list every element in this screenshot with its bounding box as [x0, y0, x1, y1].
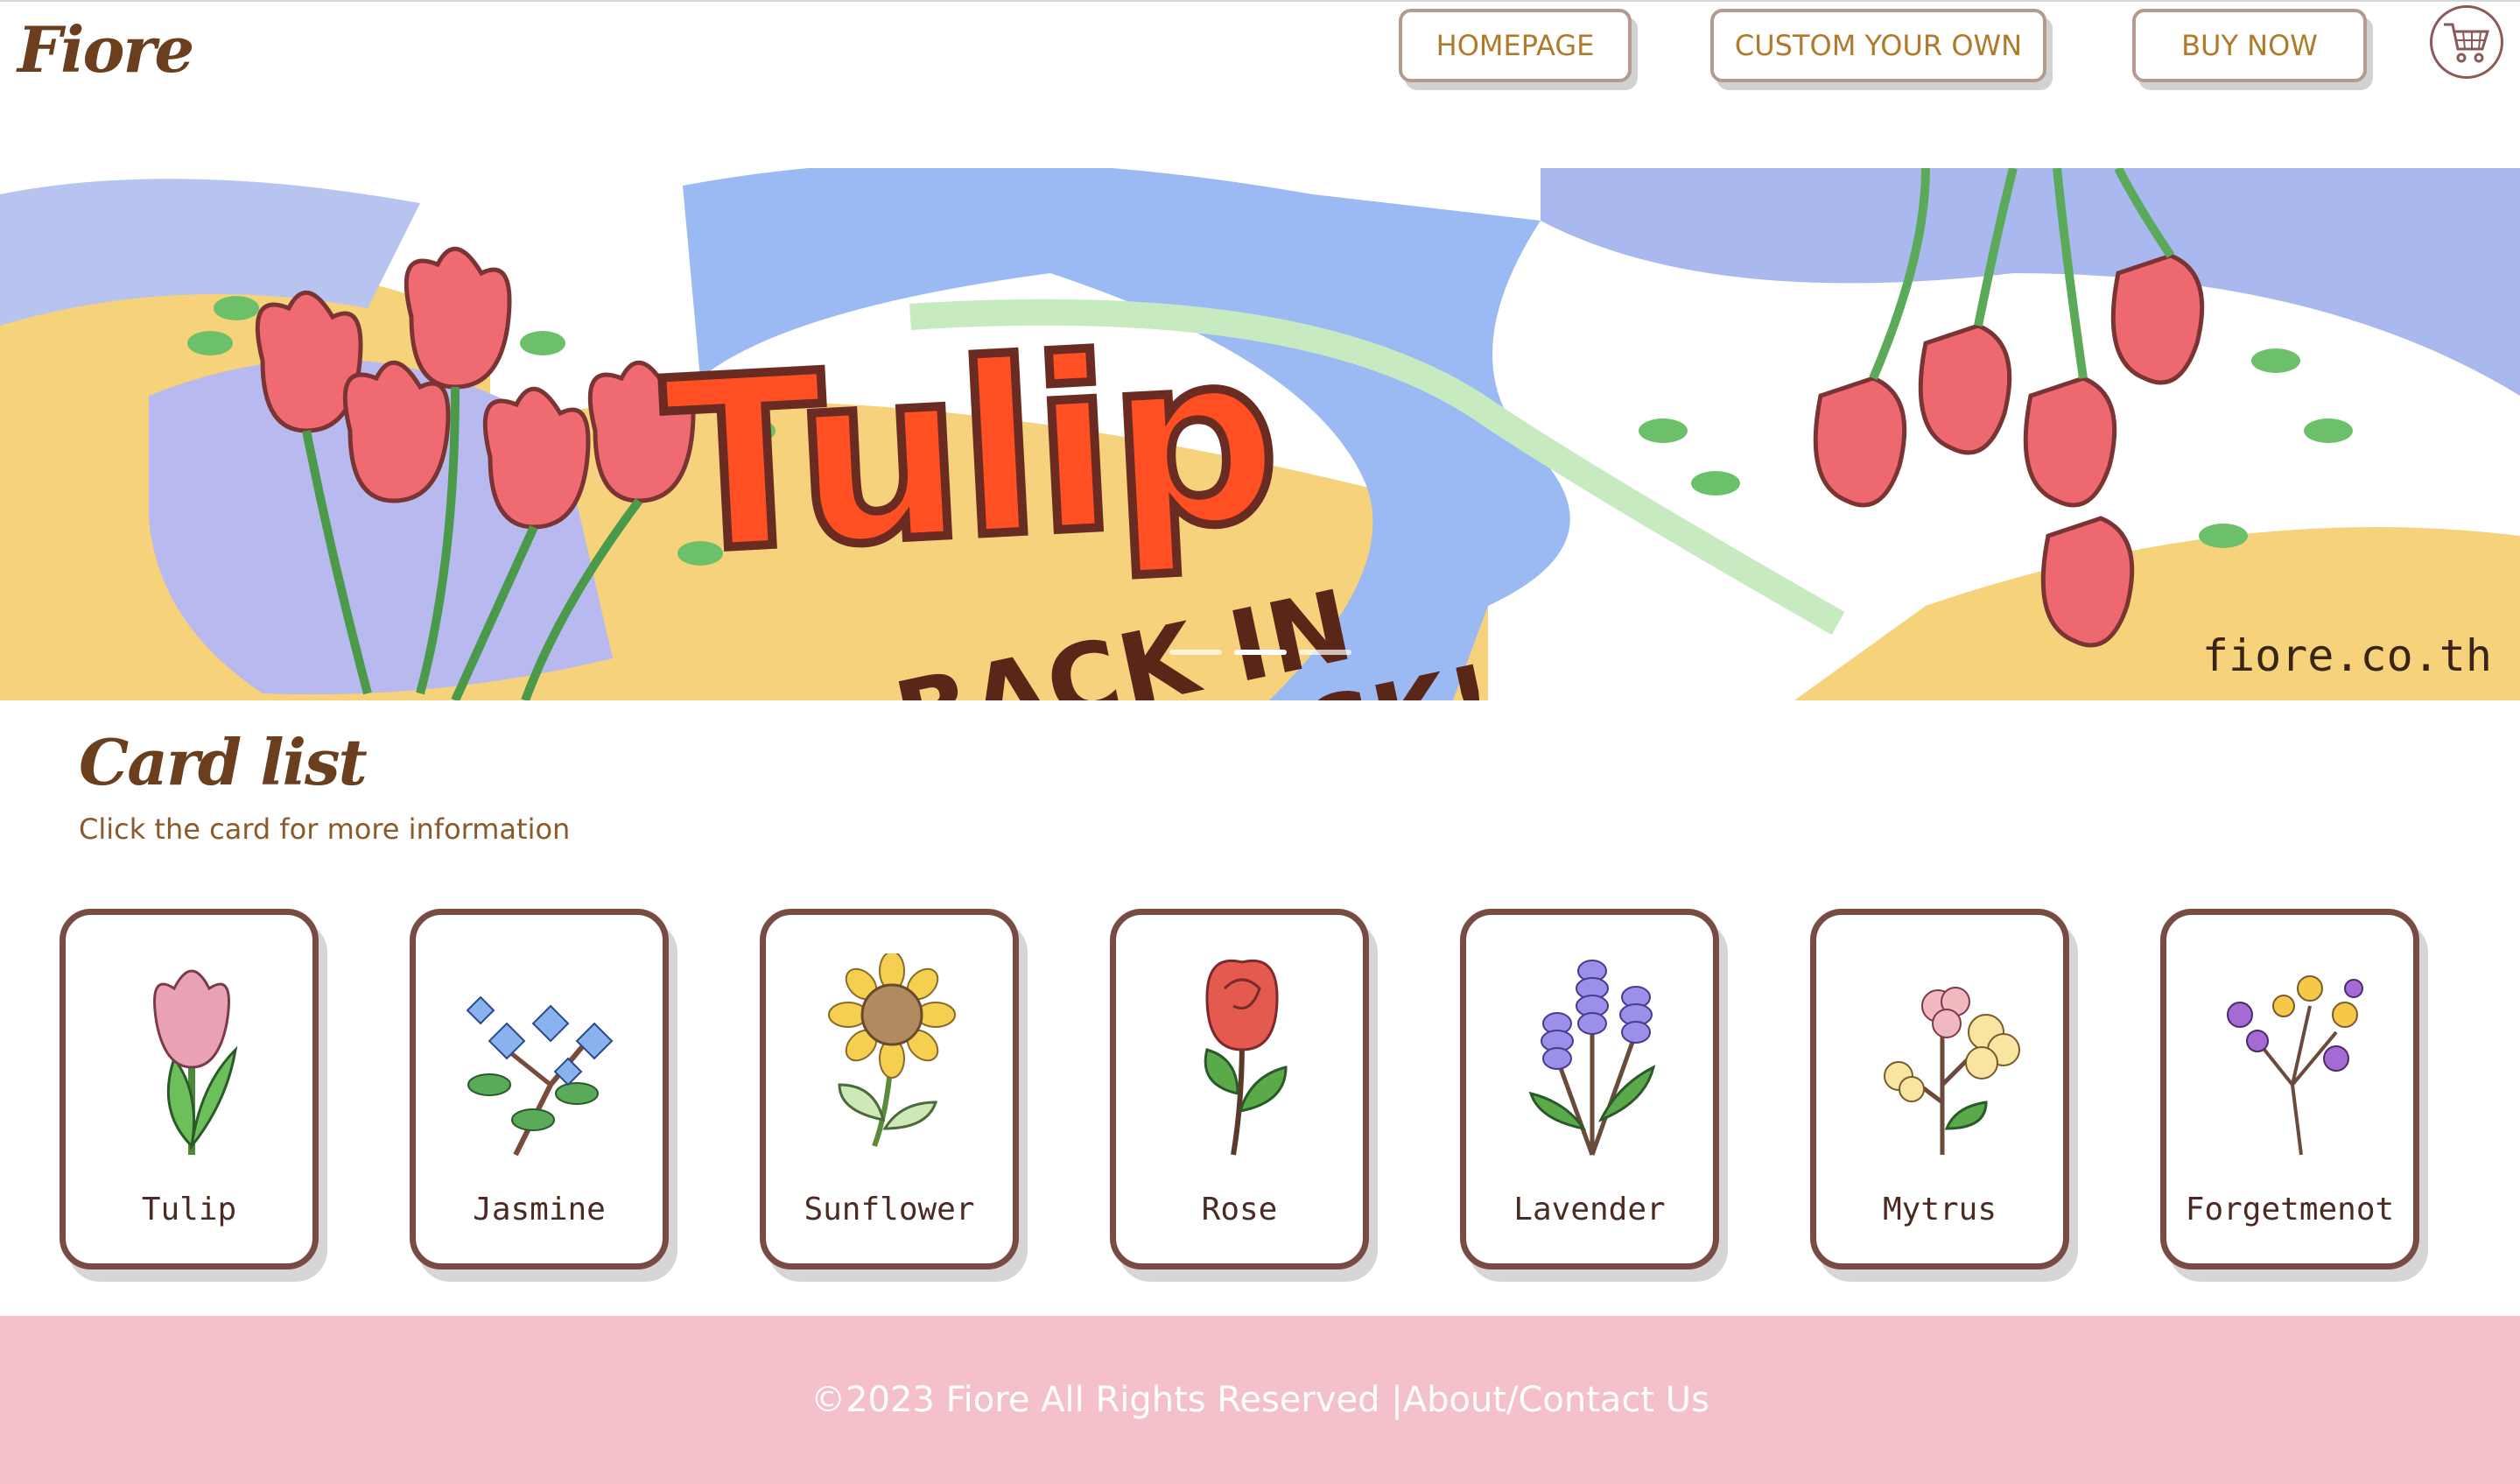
- card-lavender[interactable]: Lavender: [1460, 909, 1719, 1269]
- tulip-icon: [153, 969, 238, 1155]
- card-jasmine[interactable]: Jasmine: [410, 909, 669, 1269]
- top-divider: [0, 0, 2520, 2]
- site-logo[interactable]: Fiore: [18, 12, 194, 87]
- nav-homepage-button[interactable]: HOMEPAGE: [1399, 9, 1632, 82]
- carousel-dot[interactable]: [1169, 650, 1222, 655]
- card-label: Forgetmenot: [2185, 1192, 2395, 1227]
- nav-buy-now-button[interactable]: BUY NOW: [2132, 9, 2367, 82]
- carousel-indicators: [1169, 650, 1351, 655]
- card-label: Sunflower: [804, 1192, 975, 1227]
- card-mytrus[interactable]: Mytrus: [1810, 909, 2069, 1269]
- shopping-cart-icon: [2444, 23, 2490, 63]
- forgetmenot-icon: [2227, 975, 2363, 1156]
- card-label: Rose: [1201, 1192, 1278, 1227]
- footer-copyright: ©2023 Fiore All Rights Reserved |: [811, 1380, 1403, 1420]
- banner-brand-watermark: fiore.co.th: [2201, 630, 2492, 681]
- shopping-cart-button[interactable]: [2430, 5, 2503, 79]
- card-forgetmenot[interactable]: Forgetmenot: [2160, 909, 2419, 1269]
- card-label: Jasmine: [473, 1192, 606, 1227]
- sunflower-icon: [828, 953, 956, 1148]
- card-list-title: Card list: [79, 725, 368, 799]
- rose-icon: [1204, 960, 1288, 1156]
- card-sunflower[interactable]: Sunflower: [760, 909, 1019, 1269]
- card-list-subtitle: Click the card for more information: [79, 812, 571, 846]
- card-rose[interactable]: Rose: [1110, 909, 1369, 1269]
- hero-banner[interactable]: Tulip BACK IN STOCK! fiore.co.th: [0, 168, 2520, 700]
- carousel-dot-active[interactable]: [1234, 650, 1287, 655]
- footer-contact-link[interactable]: Contact Us: [1518, 1380, 1709, 1420]
- footer-separator: /: [1506, 1380, 1519, 1420]
- card-label: Tulip: [141, 1192, 237, 1227]
- card-label: Lavender: [1513, 1192, 1666, 1227]
- card-label: Mytrus: [1882, 1192, 1997, 1227]
- jasmine-icon: [466, 995, 614, 1157]
- footer-about-link[interactable]: About: [1403, 1380, 1506, 1420]
- lavender-icon: [1528, 960, 1656, 1156]
- site-footer: ©2023 Fiore All Rights Reserved | About …: [0, 1316, 2520, 1484]
- nav-custom-your-own-button[interactable]: CUSTOM YOUR OWN: [1710, 9, 2046, 82]
- card-tulip[interactable]: Tulip: [60, 909, 319, 1269]
- mytrus-icon: [1884, 987, 2020, 1155]
- banner-title: Tulip: [654, 294, 1285, 610]
- carousel-dot[interactable]: [1299, 650, 1351, 655]
